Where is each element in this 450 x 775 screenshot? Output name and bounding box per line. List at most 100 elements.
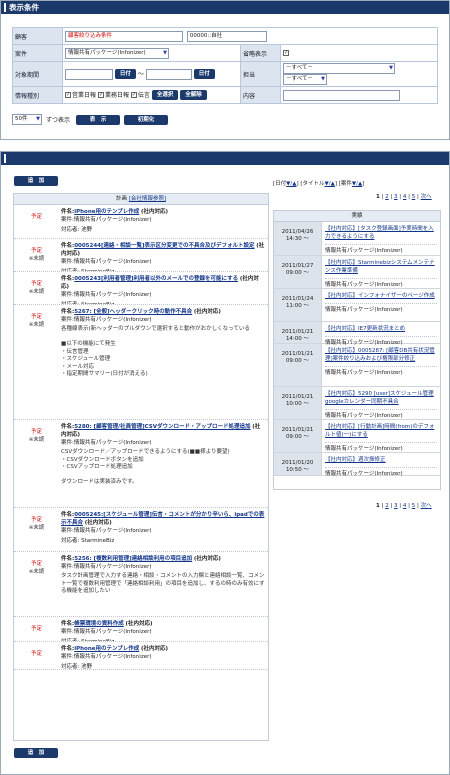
result-content: 【社内対応】週次振修正 情報共有パッケージ(Infonizer) [322, 453, 440, 477]
sort-project[interactable]: 案件 [341, 181, 352, 187]
result-item: 2011/01/21 10:00 ～【社内対応】5290 [user]スケジュール… [274, 387, 440, 420]
plan-title-link[interactable]: 0005244[連絡・相談一覧]表示区分変更での不具合及びデフォルト設定 [74, 243, 254, 249]
result-title-link[interactable]: 【社内対応】IE7更新状況まとめ [325, 325, 437, 333]
result-title-link[interactable]: 【社内対応】[タスク登録画面]予実時間を入力できるようにする [325, 225, 437, 241]
customer-filter-input[interactable]: 顧客絞り込み条件 [65, 30, 183, 42]
plan-title-link[interactable]: 5267: [全般]ヘッダークリック時の動作不具合 [74, 309, 192, 315]
plan-title-suffix: (社内対応) [125, 621, 153, 627]
period-to-input[interactable] [145, 68, 192, 80]
content-input[interactable] [283, 89, 400, 101]
next-link-bottom[interactable]: 次へ [421, 503, 432, 509]
kind-checkbox-message[interactable]: ✓ [130, 92, 137, 99]
page-5[interactable]: 5 [412, 194, 416, 200]
date-to-button[interactable]: 日付 [193, 69, 215, 79]
result-date: 2011/01/21 [281, 329, 314, 335]
result-time: 09:00 ～ [285, 358, 310, 364]
sort-project-arrows[interactable]: ▼/▲ [352, 181, 362, 187]
result-time: 14:30 ～ [285, 236, 310, 242]
sort-date-arrows[interactable]: ▼/▲ [286, 181, 296, 187]
kind-checkbox-work[interactable]: ✓ [97, 92, 104, 99]
result-date: 2011/01/27 [281, 263, 314, 269]
result-project: 情報共有パッケージ(Infonizer) [325, 442, 437, 453]
result-content: 【社内対応】0005287: [顧客DB共有状況管理]案件絞り込みおよび権限部分… [322, 344, 440, 386]
customer-value-input[interactable]: 00000::自社 [186, 30, 267, 42]
plan-project: 案件:情報共有パッケージ(Infonizer) [61, 654, 152, 660]
kind-checkbox-sales[interactable]: ✓ [65, 92, 71, 99]
plan-project: 案件:情報共有パッケージ(Infonizer) [61, 564, 152, 570]
result-title-link[interactable]: 【社内対応】週次振修正 [325, 456, 437, 464]
result-date: 2011/01/21 [281, 351, 314, 357]
company-info-link[interactable]: [会社情報参照] [129, 196, 166, 202]
owner-label: 担当 [240, 61, 281, 87]
plan-body: 件名:0005244[連絡・相談一覧]表示区分変更での不具合及びデフォルト設定 … [59, 239, 268, 271]
page-3-bottom[interactable]: 3 [394, 503, 398, 509]
add-button-bottom[interactable]: 追 加 [14, 748, 58, 758]
pager-top: 1 | 2 | 3 | 4 | 5 | 次へ [376, 194, 432, 200]
plan-body: 件名:iPhone用のテンプレ作成 (社内対応) 案件:情報共有パッケージ(Inf… [59, 642, 268, 669]
result-project: 情報共有パッケージ(Infonizer) [325, 303, 437, 314]
plan-item: 予定 ※未読 件名:5256: [複数利用管理]連絡相談利用の項目追加 (社内対応)… [14, 552, 268, 617]
plan-title-link[interactable]: 5256: [複数利用管理]連絡相談利用の項目追加 [74, 556, 192, 562]
plan-title-link[interactable]: 帳票環境の資料作成 [74, 621, 124, 627]
clear-all-button[interactable]: 全解除 [180, 90, 207, 101]
conditions-header: 表示条件 [1, 1, 449, 14]
result-item: 2011/01/27 09:00 ～【社内対応】Starminebizシステムメン… [274, 256, 440, 289]
sort-title[interactable]: タイトル [303, 181, 325, 187]
owner-select-2[interactable]: －すべて－ [283, 74, 327, 85]
plan-project: 案件:情報共有パッケージ(Infonizer) [61, 528, 152, 534]
plan-item: 予定 件名:iPhone用のテンプレ作成 (社内対応) 案件:情報共有パッケージ(I… [14, 642, 268, 670]
plan-status-label: 予定 [30, 281, 42, 287]
plan-item: 予定 ※未読 件名:5280: [顧客管理/社員管理]CSVダウンロード・アップロー… [14, 420, 268, 508]
result-item: 2011/04/26 14:30 ～【社内対応】[タスク登録画面]予実時間を入力で… [274, 222, 440, 256]
result-datetime: 2011/01/27 09:00 ～ [274, 256, 322, 288]
reset-button[interactable]: 初期化 [124, 114, 169, 125]
result-content: 【社内対応】5290 [user]スケジュール管理 googleカレンダー同期不… [322, 387, 440, 419]
plan-title-prefix: 件名: [61, 621, 75, 627]
plan-unread-label: ※未読 [28, 322, 45, 328]
show-button[interactable]: 表 示 [76, 114, 121, 125]
result-title-link[interactable]: 【社内対応】インフォナイザーのページ作成 [325, 292, 437, 300]
page-3[interactable]: 3 [394, 194, 398, 200]
plan-project: 案件:情報共有パッケージ(Infonizer) [61, 317, 152, 323]
plan-title-link[interactable]: iPhone用のテンプレ作成 [74, 646, 139, 652]
plan-title-link[interactable]: 0005243[利用者管理]利用者以外のメールでの登録を可能にする [74, 276, 238, 282]
page-5-bottom[interactable]: 5 [412, 503, 416, 509]
result-title-link[interactable]: 【社内対応】[行動計画]時間(from)のデフォルト値(一)にする [325, 423, 437, 439]
plan-status-label: 予定 [30, 314, 42, 320]
plan-title-line: 件名:iPhone用のテンプレ作成 (社内対応) [61, 645, 265, 653]
select-all-button[interactable]: 全選択 [151, 90, 179, 101]
plan-title-prefix: 件名: [61, 276, 75, 282]
count-select[interactable]: 50件 [12, 114, 42, 125]
result-content: 【社内対応】[タスク登録画面]予実時間を入力できるようにする 情報共有パッケージ(… [322, 222, 440, 255]
result-panel: 実績 2011/04/26 14:30 ～【社内対応】[タスク登録画面]予実時間を… [273, 210, 441, 490]
plan-title-link[interactable]: 5280: [顧客管理/社員管理]CSVダウンロード・アップロード処理追加 [74, 424, 250, 430]
project-select[interactable]: 情報共有パッケージ(Infonizer) [65, 47, 169, 59]
result-project: 情報共有パッケージ(Infonizer) [325, 366, 437, 377]
plan-body: 件名:iPhone用のテンプレ作成 (社内対応) 案件:情報共有パッケージ(Inf… [59, 205, 268, 238]
plan-title-line: 件名:5280: [顧客管理/社員管理]CSVダウンロード・アップロード処理追加… [61, 423, 265, 439]
result-title-link[interactable]: 【社内対応】0005287: [顧客DB共有状況管理]案件絞り込みおよび権限部分… [325, 347, 437, 363]
omit-checkbox[interactable]: ✓ [283, 50, 289, 56]
page-4[interactable]: 4 [403, 194, 407, 200]
page-2-bottom[interactable]: 2 [385, 503, 389, 509]
kind-message-label: 伝言 [137, 91, 150, 99]
plan-owner: 対応者: StarmineBiz [61, 268, 265, 271]
page-4-bottom[interactable]: 4 [403, 503, 407, 509]
plan-title-link[interactable]: iPhone用のテンプレ作成 [74, 209, 139, 215]
plan-item: 予定 件名:iPhone用のテンプレ作成 (社内対応) 案件:情報共有パッケージ(I… [14, 205, 268, 239]
result-item: 2011/01/21 14:00 ～【社内対応】IE7更新状況まとめ 情報共有パッケ… [274, 322, 440, 346]
result-title-link[interactable]: 【社内対応】Starminebizシステムメンテナンス作業準備 [325, 259, 437, 275]
owner-select-1[interactable]: －すべて－ [283, 63, 395, 74]
sort-title-arrows[interactable]: ▼/▲ [325, 181, 335, 187]
result-time: 09:00 ～ [285, 434, 310, 440]
date-from-button[interactable]: 日付 [114, 69, 136, 79]
sort-date[interactable]: 日付 [275, 181, 286, 187]
result-title-link[interactable]: 【社内対応】5290 [user]スケジュール管理 googleカレンダー同期不… [325, 390, 437, 406]
customer-label: 顧客 [12, 27, 63, 45]
add-button-top[interactable]: 追 加 [14, 176, 58, 186]
result-datetime: 2011/01/21 09:00 ～ [274, 344, 322, 386]
period-from-input[interactable] [65, 68, 113, 80]
next-link[interactable]: 次へ [421, 194, 432, 200]
page-2[interactable]: 2 [385, 194, 389, 200]
plan-title-line: 件名:5256: [複数利用管理]連絡相談利用の項目追加 (社内対応) [61, 555, 265, 563]
